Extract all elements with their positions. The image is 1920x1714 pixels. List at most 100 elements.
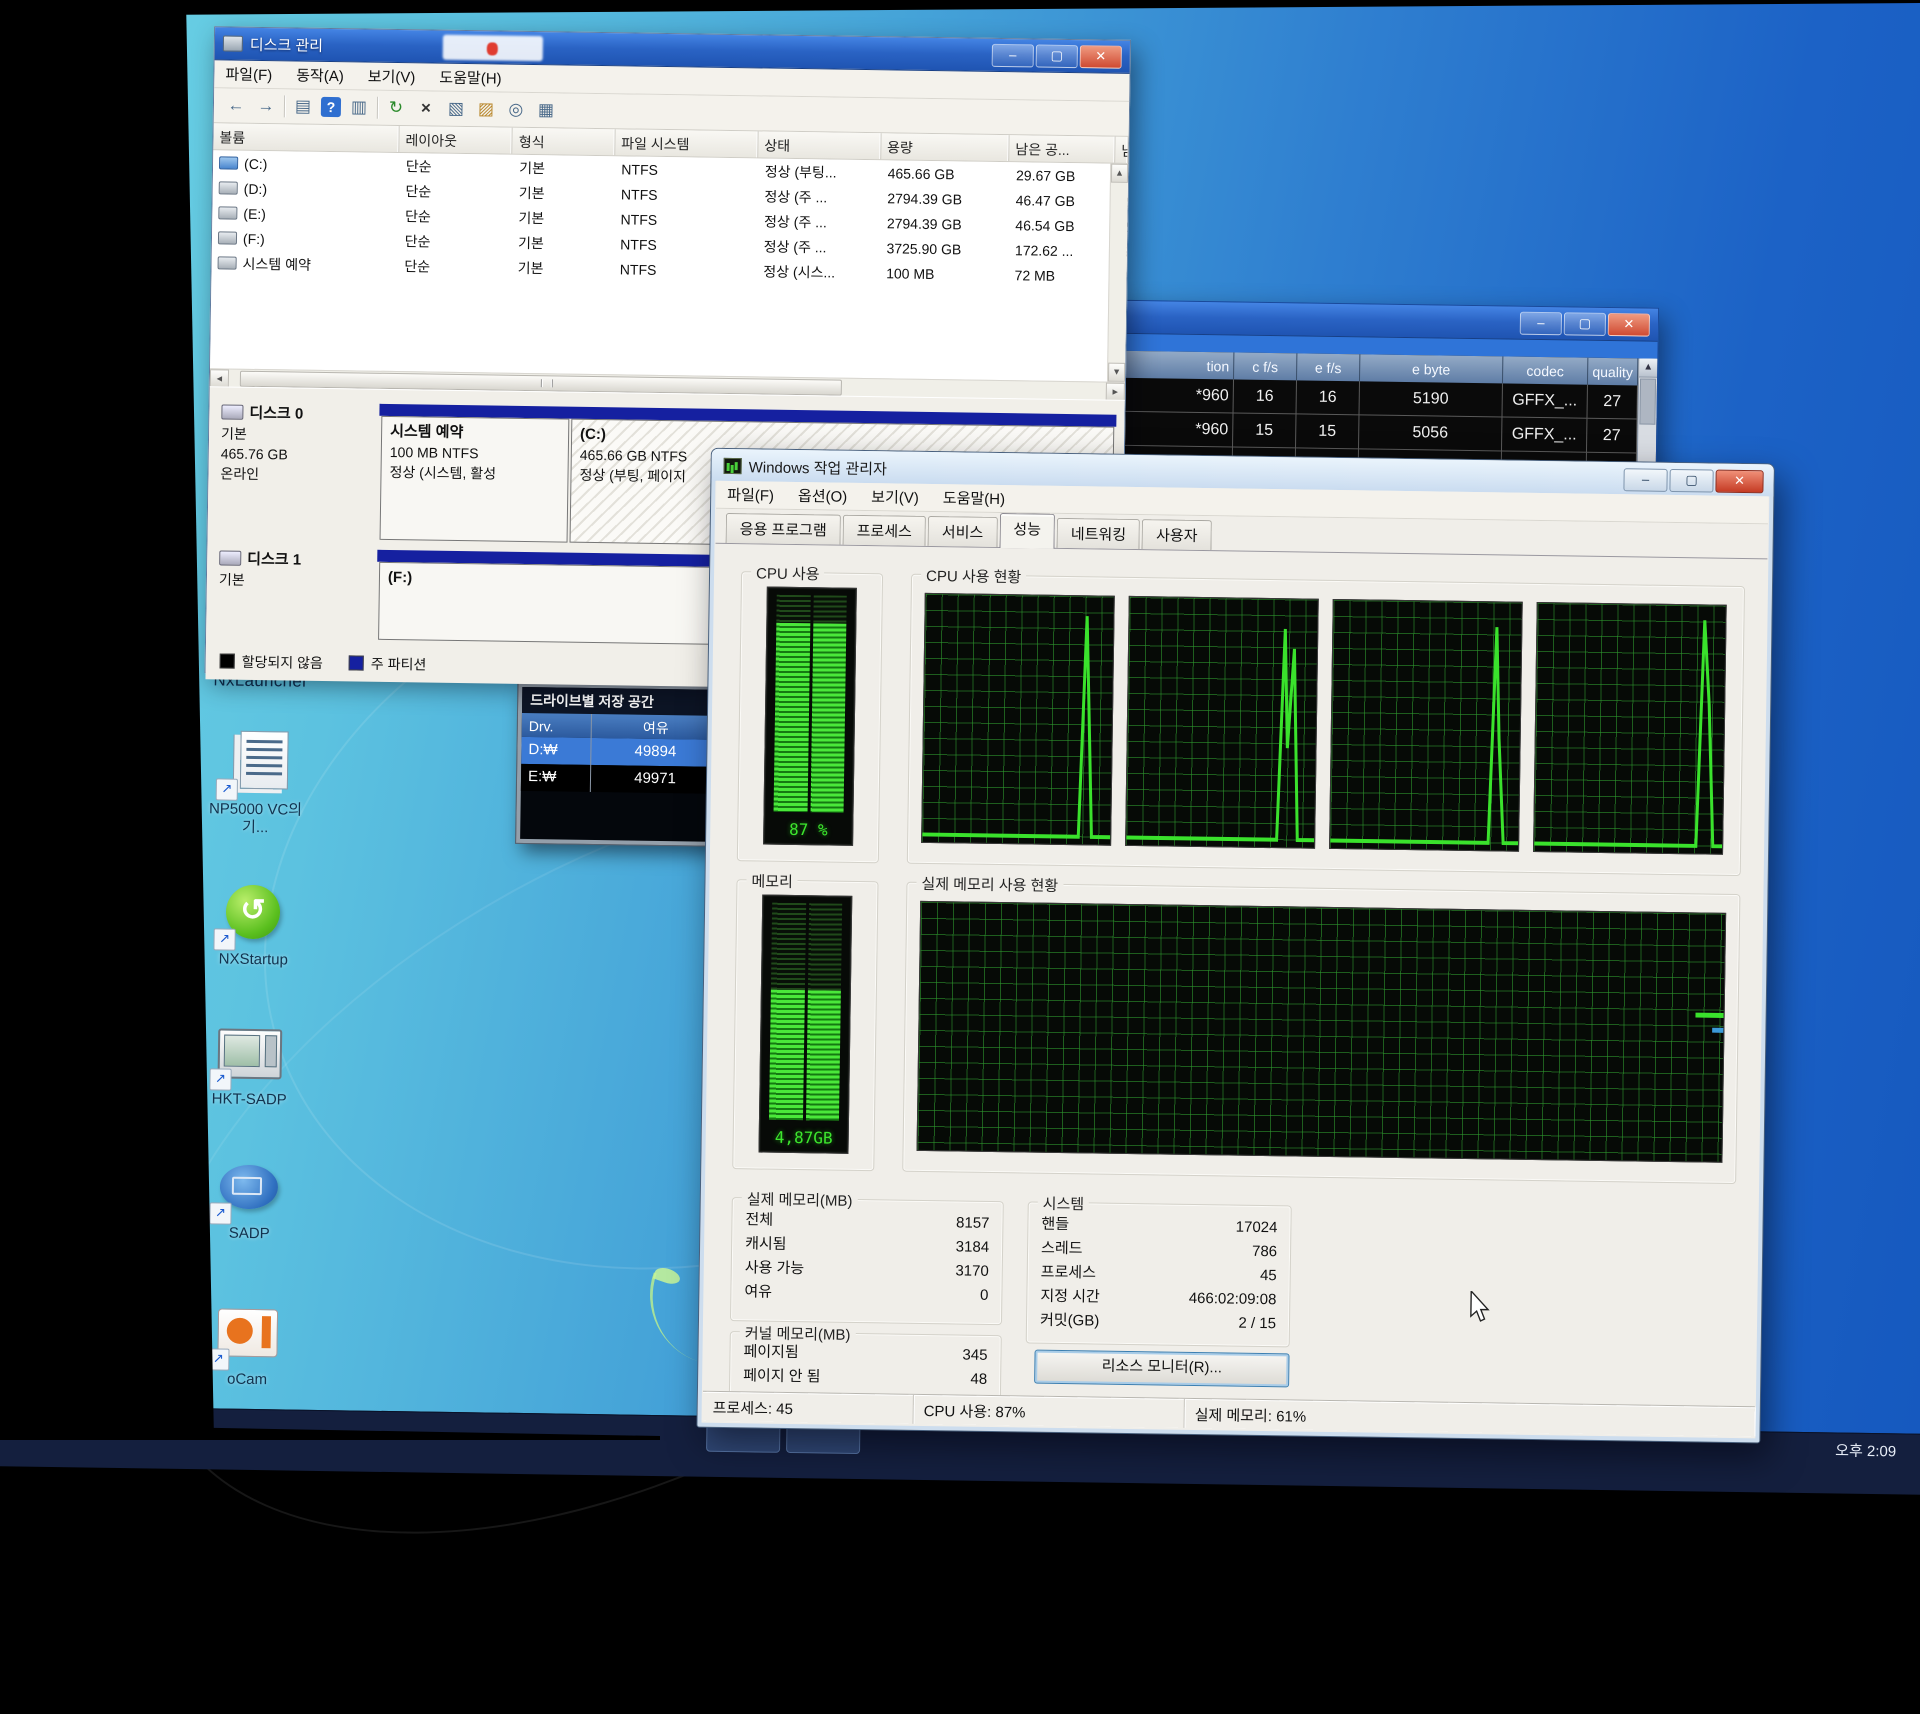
memory-history-graph: [917, 901, 1727, 1163]
task-manager-app-icon: [724, 458, 742, 474]
stream-window-titlebar[interactable]: – ▢ ✕: [1112, 301, 1658, 342]
col-filesystem[interactable]: 파일 시스템: [615, 129, 759, 157]
np5000-document-icon: ↗: [222, 731, 291, 798]
col-free[interactable]: 남은 공...: [1009, 135, 1115, 163]
tab-services[interactable]: 서비스: [928, 516, 998, 547]
tab-applications[interactable]: 응용 프로그램: [726, 513, 841, 545]
col-status[interactable]: 상태: [758, 131, 881, 159]
tab-users[interactable]: 사용자: [1142, 519, 1212, 550]
back-icon[interactable]: ←: [224, 93, 248, 117]
col-type[interactable]: 형식: [513, 128, 616, 156]
volume-icon: [218, 206, 237, 219]
cpu-usage-group: CPU 사용 87 %: [737, 571, 883, 863]
col-cfs: c f/s: [1234, 352, 1297, 380]
col-layout[interactable]: 레이아웃: [399, 126, 513, 154]
scroll-up-icon[interactable]: ▲: [1111, 164, 1128, 183]
recording-indicator-icon: [487, 42, 498, 55]
close-button[interactable]: ✕: [1715, 469, 1763, 493]
tab-performance[interactable]: 성능: [999, 513, 1055, 549]
scroll-up-icon[interactable]: ▲: [1639, 358, 1657, 377]
memory-meter: 4,87GB: [758, 895, 852, 1154]
help-icon[interactable]: ?: [321, 97, 341, 117]
menu-file[interactable]: 파일(F): [716, 481, 785, 509]
maximize-button[interactable]: ▢: [1564, 312, 1606, 336]
cpu-history-graph-4: [1533, 602, 1727, 855]
volume-icon: [219, 156, 238, 169]
col-free-pct[interactable]: 남: [1115, 137, 1128, 163]
col-quality: quality: [1588, 358, 1638, 386]
minimize-button[interactable]: –: [1520, 311, 1562, 335]
drive-space-window: 드라이브별 저장 공간 Drv. 여유 D:₩ 49894 E:₩ 49971: [516, 683, 724, 846]
volume-icon: [219, 181, 238, 194]
menu-view[interactable]: 보기(V): [357, 62, 427, 90]
col-codec: codec: [1503, 356, 1588, 384]
sadp-icon: ↗: [215, 1154, 284, 1221]
menu-help[interactable]: 도움말(H): [932, 484, 1017, 512]
monitor-screen: NxLauncher ↗ NP5000 VC의 기... ↺ ↗ NXStart…: [0, 0, 1920, 1454]
panel-view-icon[interactable]: ▥: [347, 95, 371, 119]
forward-icon[interactable]: →: [254, 94, 278, 118]
resource-monitor-button[interactable]: 리소스 모니터(R)...: [1034, 1350, 1289, 1388]
volume-icon: [218, 256, 237, 269]
menu-options[interactable]: 옵션(O): [787, 482, 859, 510]
close-button[interactable]: ✕: [1080, 45, 1122, 69]
cpu-history-graph-1: [921, 593, 1115, 846]
desktop-icon-nxstartup[interactable]: ↺ ↗ NXStartup: [193, 880, 314, 970]
nxstartup-icon: ↺ ↗: [219, 880, 288, 947]
tab-processes[interactable]: 프로세스: [842, 515, 926, 546]
col-efs: e f/s: [1297, 353, 1360, 381]
refresh-icon[interactable]: ↻: [384, 96, 408, 120]
unallocated-swatch: [220, 653, 235, 668]
maximize-button[interactable]: ▢: [1669, 468, 1713, 492]
menu-file[interactable]: 파일(F): [214, 60, 283, 88]
volume-list-scrollbar[interactable]: ▲ ▼: [1107, 164, 1128, 382]
delete-icon[interactable]: ×: [414, 96, 438, 120]
desktop-icon-np5000[interactable]: ↗ NP5000 VC의 기...: [195, 730, 317, 838]
tab-networking[interactable]: 네트워킹: [1057, 518, 1141, 549]
status-memory: 실제 메모리: 61%: [1184, 1399, 1754, 1436]
close-button[interactable]: ✕: [1608, 313, 1650, 337]
disk0-info: 디스크 0 기본 465.76 GB 온라인: [220, 403, 303, 484]
scroll-right-icon[interactable]: ►: [1106, 383, 1125, 401]
minimize-button[interactable]: –: [992, 43, 1034, 67]
search-icon[interactable]: ◎: [504, 98, 528, 122]
physical-memory-group: 실제 메모리(MB) 전체8157 캐시됨3184 사용 가능3170 여유0: [730, 1197, 1004, 1325]
disk-management-app-icon: [223, 35, 243, 51]
open-folder-icon[interactable]: ▨: [474, 97, 498, 121]
drive-space-header: Drv. 여유: [522, 713, 720, 740]
volume-icon: [218, 231, 237, 244]
settings-icon[interactable]: ▦: [534, 98, 558, 122]
toolbar-separator: [377, 97, 378, 119]
status-cpu: CPU 사용: 87%: [913, 1395, 1184, 1428]
menu-help[interactable]: 도움말(H): [428, 63, 513, 91]
maximize-button[interactable]: ▢: [1036, 44, 1078, 68]
scrollbar-thumb[interactable]: [1639, 378, 1656, 424]
menu-action[interactable]: 동작(A): [285, 61, 355, 89]
partition-legend: 할당되지 않음 주 파티션: [220, 651, 427, 674]
scroll-down-icon[interactable]: ▼: [1108, 363, 1125, 382]
window-title: 디스크 관리: [250, 33, 323, 55]
drive-space-title: 드라이브별 저장 공간: [522, 687, 720, 716]
shortcut-arrow-icon: ↗: [209, 1068, 231, 1090]
col-capacity[interactable]: 용량: [881, 133, 1010, 161]
status-processes: 프로세스: 45: [703, 1392, 914, 1424]
minimize-button[interactable]: –: [1623, 468, 1667, 492]
partition-system-reserved[interactable]: 시스템 예약 100 MB NTFS 정상 (시스템, 활성: [380, 416, 570, 543]
table-view-icon[interactable]: ▤: [291, 94, 315, 118]
col-ebyte: e byte: [1360, 354, 1503, 383]
menu-view[interactable]: 보기(V): [860, 483, 930, 511]
hkt-sadp-app-icon: ↗: [215, 1020, 284, 1087]
disk1-info: 디스크 1 기본: [219, 549, 302, 590]
mouse-cursor: [1468, 1291, 1495, 1328]
col-volume[interactable]: 볼륨: [213, 123, 399, 152]
drive-space-row[interactable]: E:₩ 49971: [521, 764, 719, 794]
primary-partition-swatch: [349, 655, 364, 670]
performance-tab-panel: CPU 사용 87 % CPU 사용 현황: [707, 549, 1763, 1402]
scroll-left-icon[interactable]: ◄: [210, 369, 229, 387]
memory-value: 4,87GB: [760, 1128, 848, 1148]
properties-icon[interactable]: ▧: [444, 97, 468, 121]
drive-space-row[interactable]: D:₩ 49894: [521, 737, 719, 767]
toolbar-separator: [284, 95, 285, 117]
ocam-icon: ↗: [213, 1300, 282, 1367]
cpu-history-group: CPU 사용 현황: [907, 574, 1745, 876]
